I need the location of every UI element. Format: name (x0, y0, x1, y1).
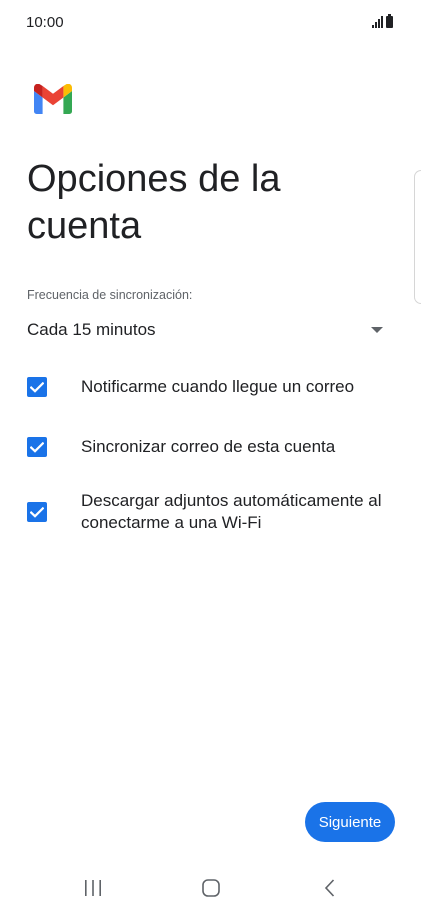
gmail-logo-icon (34, 84, 72, 114)
download-attachments-option[interactable]: Descargar adjuntos automáticamente al co… (27, 490, 397, 534)
sync-frequency-label: Frecuencia de sincronización: (27, 288, 193, 302)
notify-checkbox[interactable] (27, 377, 47, 397)
next-button[interactable]: Siguiente (305, 802, 395, 842)
notify-label: Notificarme cuando llegue un correo (81, 377, 355, 396)
status-time: 10:00 (26, 14, 64, 31)
checkmark-icon (30, 381, 44, 393)
status-icons (372, 14, 393, 28)
checkmark-icon (30, 441, 44, 453)
sync-frequency-value: Cada 15 minutos (27, 320, 156, 339)
signal-icon (372, 16, 383, 28)
battery-icon (386, 14, 393, 28)
navigation-bar (0, 862, 421, 914)
sync-label: Sincronizar correo de esta cuenta (81, 437, 336, 456)
scroll-indicator[interactable] (414, 170, 421, 304)
download-label: Descargar adjuntos automáticamente al co… (81, 491, 382, 532)
sync-frequency-dropdown[interactable]: Cada 15 minutos (27, 314, 387, 346)
sync-mail-option[interactable]: Sincronizar correo de esta cuenta (27, 436, 397, 458)
dropdown-arrow-icon (371, 327, 383, 333)
page-title: Opciones de la cuenta (27, 158, 281, 247)
download-checkbox[interactable] (27, 502, 47, 522)
back-icon[interactable] (318, 876, 342, 900)
sync-checkbox[interactable] (27, 437, 47, 457)
notify-new-mail-option[interactable]: Notificarme cuando llegue un correo (27, 376, 397, 398)
recents-icon[interactable] (81, 876, 105, 900)
checkmark-icon (30, 506, 44, 518)
home-icon[interactable] (199, 876, 223, 900)
status-bar: 10:00 (0, 0, 421, 48)
